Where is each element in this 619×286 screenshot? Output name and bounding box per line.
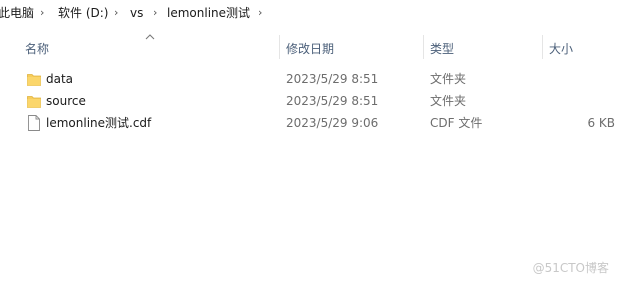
column-header-name[interactable]: 名称 xyxy=(25,41,49,57)
breadcrumb-lemonline-test[interactable]: lemonline测试 xyxy=(167,5,250,21)
file-size xyxy=(555,71,615,87)
column-header-modified[interactable]: 修改日期 xyxy=(286,41,334,57)
breadcrumb-vs[interactable]: vs xyxy=(130,5,143,21)
file-type: 文件夹 xyxy=(430,94,467,108)
file-name: lemonline测试.cdf xyxy=(46,116,152,130)
breadcrumb-this-pc[interactable]: 此电脑 xyxy=(0,5,34,21)
column-divider[interactable] xyxy=(279,35,280,59)
watermark: @51CTO博客 xyxy=(532,261,609,275)
file-size: 6 KB xyxy=(587,116,615,130)
column-divider[interactable] xyxy=(423,35,424,59)
file-row[interactable]: data 2023/5/29 8:51 文件夹 xyxy=(20,68,619,90)
file-row[interactable]: source 2023/5/29 8:51 文件夹 xyxy=(20,90,619,112)
column-divider[interactable] xyxy=(542,35,543,59)
file-size xyxy=(555,93,615,109)
file-modified: 2023/5/29 8:51 xyxy=(286,72,379,86)
file-type: 文件夹 xyxy=(430,72,467,86)
breadcrumb-separator-3[interactable]: › xyxy=(153,5,157,21)
breadcrumb-drive-d[interactable]: 软件 (D:) xyxy=(58,5,108,21)
file-modified: 2023/5/29 9:06 xyxy=(286,116,379,130)
folder-icon xyxy=(27,74,41,86)
address-bar[interactable]: 此电脑 › 软件 (D:) › vs › lemonline测试 › xyxy=(0,0,619,26)
breadcrumb-separator-2[interactable]: › xyxy=(114,5,118,21)
file-modified: 2023/5/29 8:51 xyxy=(286,94,379,108)
column-header-type[interactable]: 类型 xyxy=(430,41,454,57)
column-header-bar: 名称 修改日期 类型 大小 xyxy=(0,33,619,59)
sort-ascending-icon xyxy=(145,34,155,40)
file-icon xyxy=(28,115,40,131)
folder-icon xyxy=(27,96,41,108)
breadcrumb-separator-4[interactable]: › xyxy=(258,5,262,21)
file-type: CDF 文件 xyxy=(430,116,483,130)
file-name: source xyxy=(46,94,86,108)
file-row[interactable]: lemonline测试.cdf 2023/5/29 9:06 CDF 文件 6 … xyxy=(20,112,619,134)
breadcrumb-separator-1[interactable]: › xyxy=(40,5,44,21)
file-name: data xyxy=(46,72,74,86)
column-header-size[interactable]: 大小 xyxy=(549,41,573,57)
